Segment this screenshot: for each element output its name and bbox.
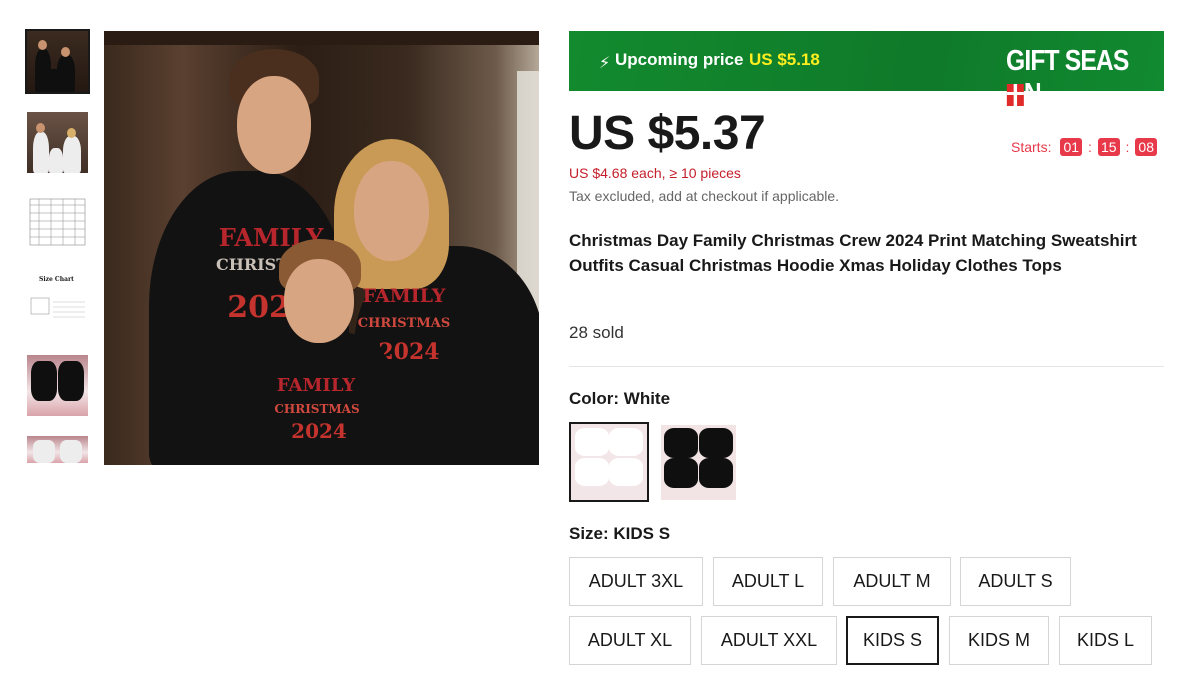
color-label-text: Color: — [569, 389, 624, 408]
size-option-adult-xxl[interactable]: ADULT XXL — [701, 616, 837, 665]
child-figure — [254, 331, 399, 465]
child-face — [284, 259, 354, 343]
countdown-separator: : — [1088, 139, 1092, 155]
thumb-figure — [63, 136, 81, 173]
size-selected-value: KIDS S — [613, 524, 671, 543]
countdown-hours: 01 — [1060, 138, 1083, 156]
thumbnail-black-flatlay[interactable] — [27, 355, 88, 416]
thumb-shirt — [58, 361, 84, 401]
child-print-year: 2024 — [291, 419, 347, 443]
size-option-adult-l[interactable]: ADULT L — [713, 557, 823, 606]
size-option-kids-s[interactable]: KIDS S — [846, 616, 939, 665]
thumbnail-size-table[interactable] — [27, 193, 88, 254]
thumb-head — [36, 123, 45, 133]
size-option-kids-m[interactable]: KIDS M — [949, 616, 1049, 665]
size-label-text: Size: — [569, 524, 614, 543]
child-print-christmas: CHRISTMAS — [274, 402, 360, 416]
upcoming-price-value: US $5.18 — [749, 50, 820, 69]
thumb-head — [38, 40, 47, 50]
countdown-timer: Starts: 01 : 15 : 08 — [1011, 138, 1157, 156]
swatch-shirt — [575, 428, 609, 456]
color-swatch-white[interactable] — [569, 422, 649, 502]
mother-print-christmas: CHRISTMAS — [357, 316, 451, 331]
swatch-shirt — [609, 458, 643, 486]
thumb-figure — [49, 148, 63, 173]
thumbnail-size-chart[interactable]: Size Chart — [27, 274, 88, 335]
swatch-shirt — [664, 428, 698, 458]
thumb-head — [61, 47, 70, 57]
size-option-adult-xl[interactable]: ADULT XL — [569, 616, 691, 665]
main-product-image[interactable]: FAMILY CHRISTMAS 2024 FAMILY CHRISTMAS 2… — [104, 31, 539, 465]
color-label: Color: White — [569, 389, 670, 409]
bulk-price: US $4.68 each, ≥ 10 pieces — [569, 165, 741, 181]
thumb-figure — [47, 69, 61, 92]
mother-print-family: FAMILY — [362, 285, 446, 307]
gift-season-tail: N — [1023, 78, 1042, 110]
upcoming-price-banner: ⚡ Upcoming price US $5.18 GIFT SEASN — [569, 31, 1164, 110]
thumb-shirt — [31, 361, 57, 401]
swatch-shirt — [575, 458, 609, 486]
size-option-kids-l[interactable]: KIDS L — [1059, 616, 1152, 665]
father-face — [237, 76, 311, 174]
gift-season-text: GIFT SEAS — [1006, 45, 1129, 77]
thumbnail-list: Size Chart — [25, 29, 90, 483]
swatch-shirt — [699, 428, 733, 458]
upcoming-price-label: Upcoming price — [615, 50, 744, 69]
mother-face — [354, 161, 429, 261]
size-option-adult-s[interactable]: ADULT S — [960, 557, 1071, 606]
countdown-seconds: 08 — [1135, 138, 1157, 156]
thumb-shirt — [60, 440, 82, 463]
ceiling-beam — [104, 31, 539, 45]
gift-box-icon — [1006, 84, 1024, 106]
size-option-adult-m[interactable]: ADULT M — [833, 557, 951, 606]
thumbnail-family-white[interactable] — [27, 112, 88, 173]
size-chart-graphic — [30, 297, 85, 318]
color-selected-value: White — [623, 389, 671, 408]
thumb-head — [67, 128, 76, 138]
countdown-label: Starts: — [1011, 139, 1052, 155]
swatch-shirt — [609, 428, 643, 456]
size-label: Size: KIDS S — [569, 524, 670, 544]
divider — [569, 366, 1164, 367]
countdown-minutes: 15 — [1097, 138, 1120, 156]
product-title: Christmas Day Family Christmas Crew 2024… — [569, 231, 1137, 275]
thumbnail-family-black[interactable] — [25, 29, 90, 94]
size-table-graphic — [29, 198, 86, 246]
lightning-icon: ⚡ — [599, 55, 611, 72]
tax-note: Tax excluded, add at checkout if applica… — [569, 188, 840, 204]
countdown-separator: : — [1125, 139, 1130, 155]
thumbnail-white-flatlay[interactable] — [27, 436, 88, 463]
swatch-shirt — [664, 458, 698, 488]
thumb-figure — [33, 132, 49, 173]
color-swatch-black[interactable] — [661, 425, 736, 500]
swatch-shirt — [699, 458, 733, 488]
current-price: US $5.37 — [569, 107, 766, 160]
child-print-family: FAMILY — [276, 375, 356, 396]
sold-count: 28 sold — [569, 323, 624, 342]
size-option-adult-3xl[interactable]: ADULT 3XL — [569, 557, 703, 606]
thumb-shirt — [33, 440, 55, 463]
gift-season-logo: GIFT SEASN — [1006, 45, 1140, 111]
